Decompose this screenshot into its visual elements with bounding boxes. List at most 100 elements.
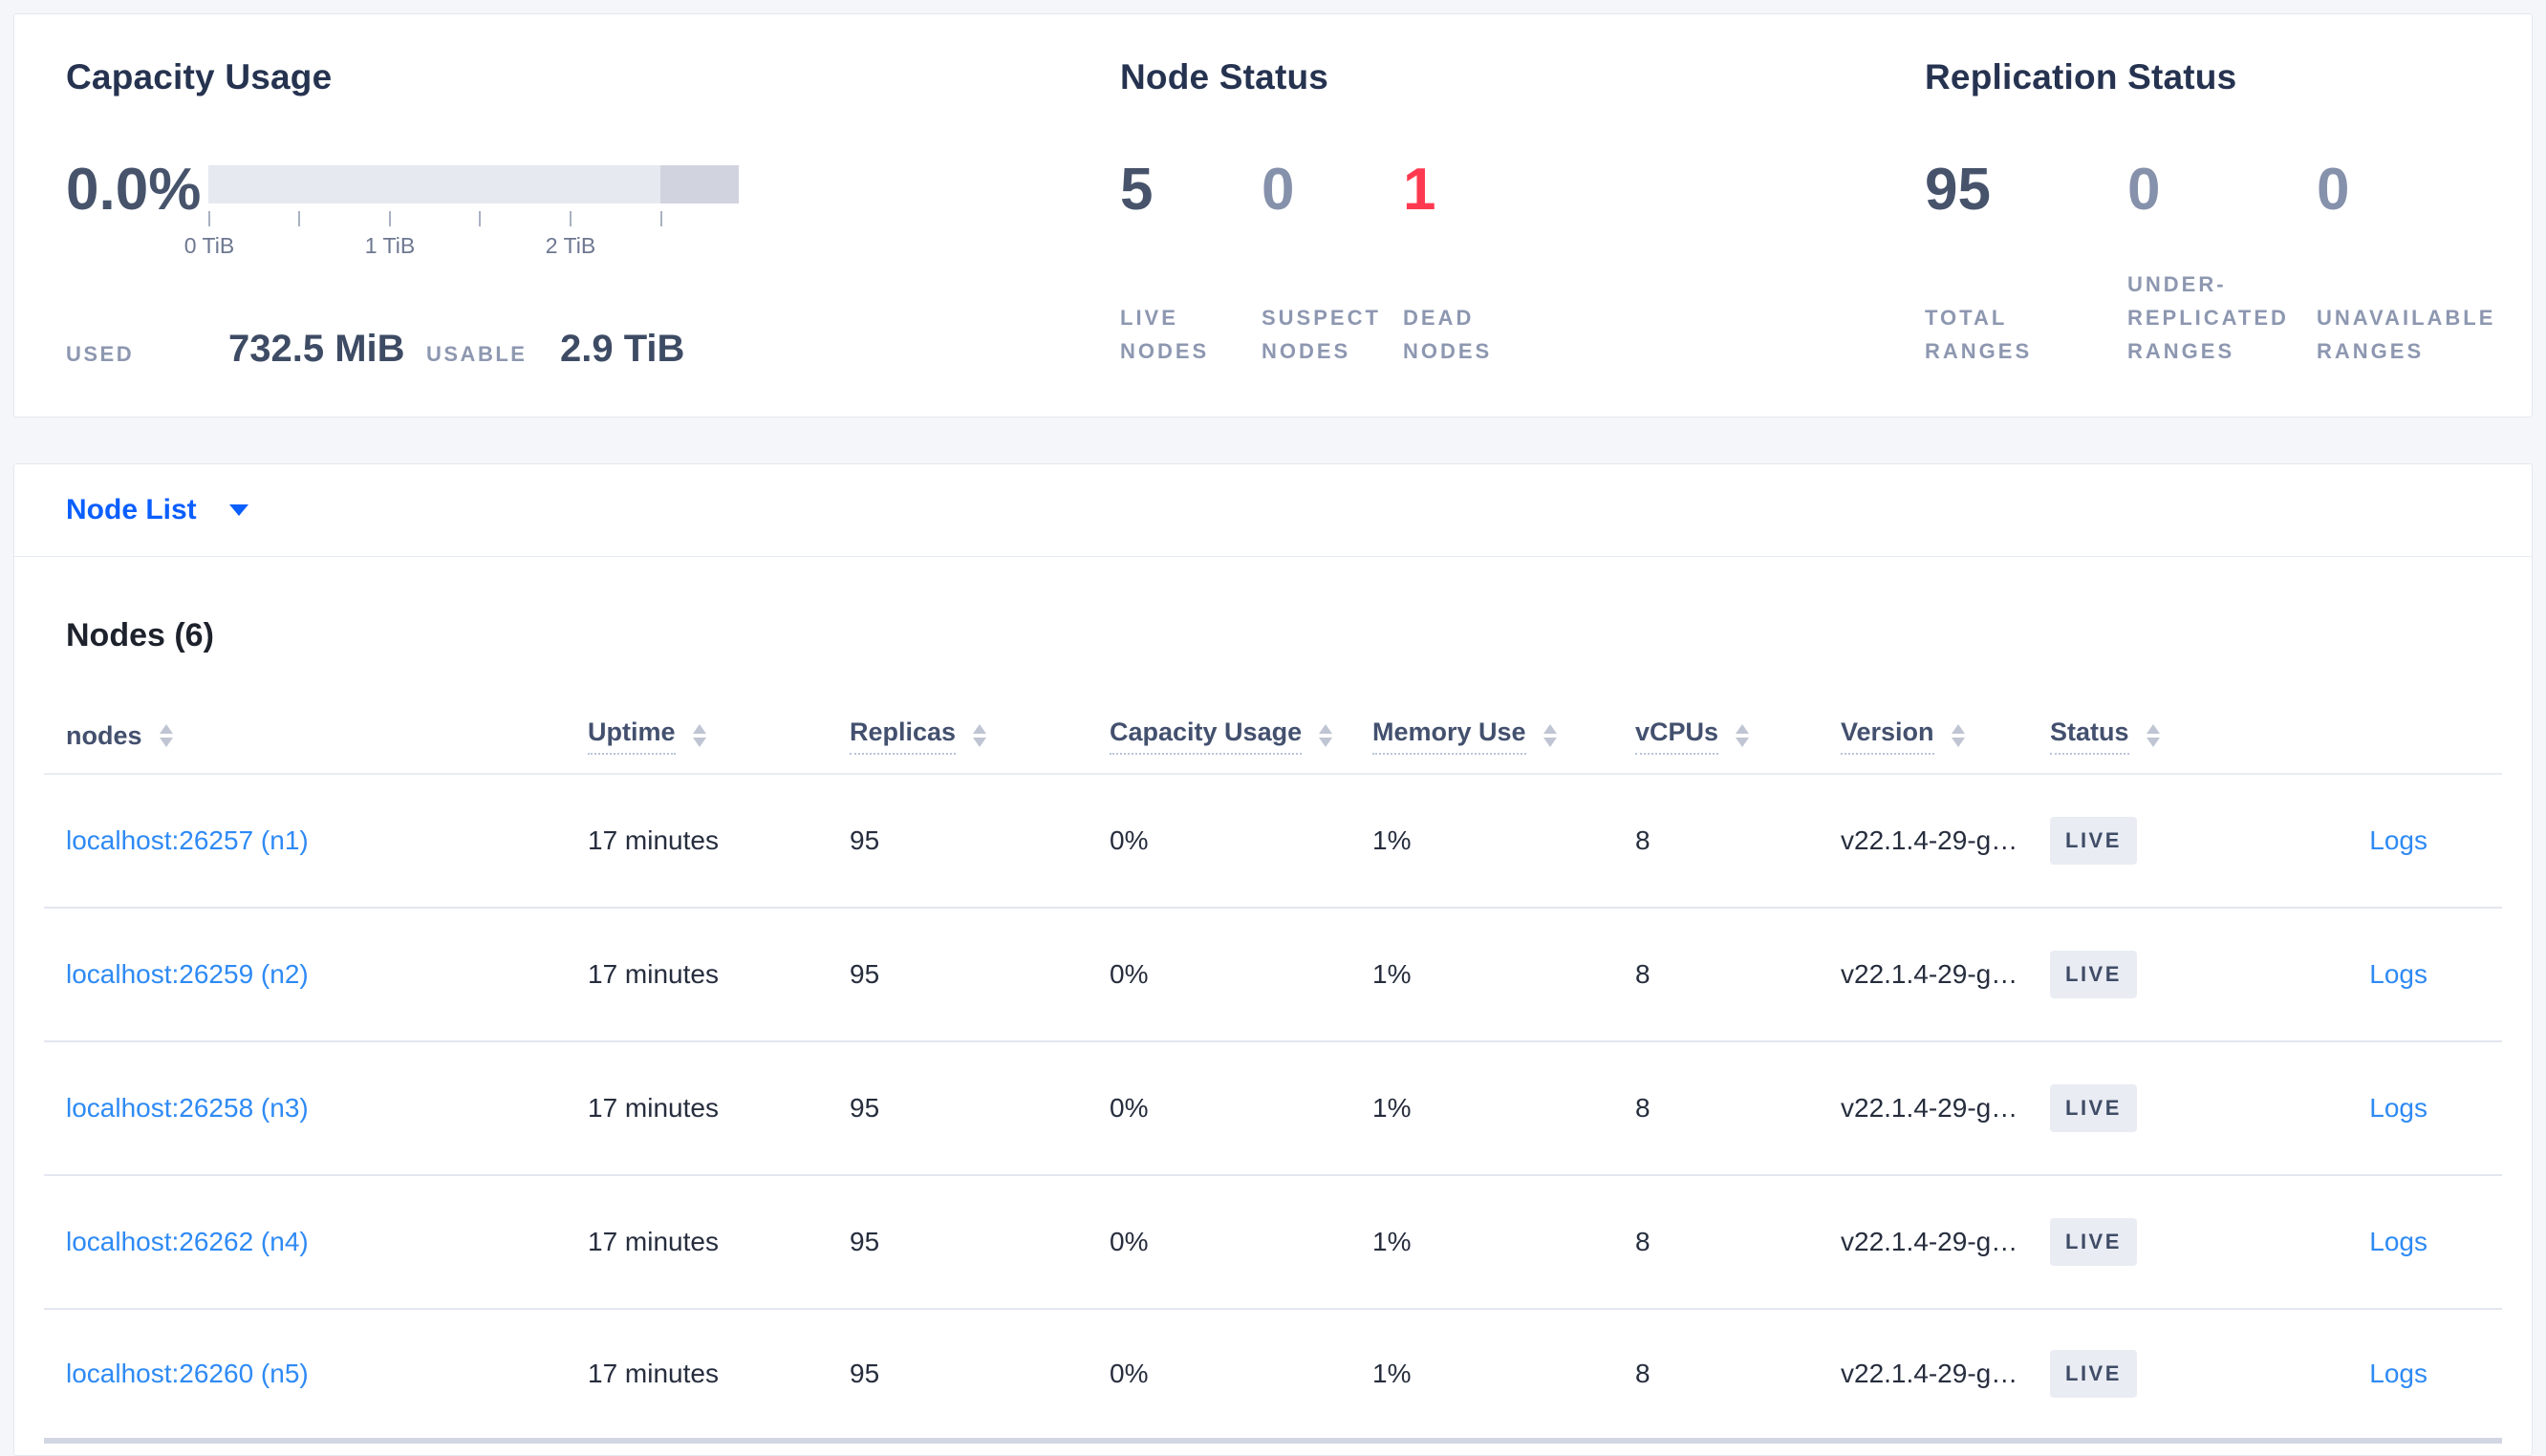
memory-use-cell: 1%: [1372, 959, 1412, 989]
capacity-bar-chart: 0 TiB 1 TiB 2 TiB: [184, 156, 739, 259]
logs-link[interactable]: Logs: [2369, 1227, 2427, 1256]
used-label: USED: [66, 342, 135, 366]
node-list-dropdown[interactable]: Node List: [66, 494, 248, 526]
column-label: Uptime: [588, 717, 676, 755]
vcpus-cell: 8: [1635, 825, 1651, 855]
replicas-cell: 95: [850, 1093, 880, 1123]
table-row: localhost:26260 (n5) 17 minutes 95 0% 1%…: [44, 1310, 2502, 1444]
column-header-nodes[interactable]: nodes: [44, 721, 588, 751]
suspect-nodes-value: 0: [1262, 157, 1295, 223]
stat-under-replicated-ranges: 0 UNDER- REPLICATED RANGES: [2127, 156, 2317, 368]
logs-link[interactable]: Logs: [2369, 1093, 2427, 1123]
column-header-uptime[interactable]: Uptime: [588, 717, 850, 755]
sort-icon[interactable]: [1543, 724, 1557, 747]
live-nodes-value: 5: [1120, 157, 1154, 223]
under-replicated-ranges-label: UNDER- REPLICATED RANGES: [2127, 272, 2289, 363]
uptime-cell: 17 minutes: [588, 825, 719, 855]
column-header-replicas[interactable]: Replicas: [850, 717, 1110, 755]
node-link[interactable]: localhost:26257 (n1): [66, 825, 309, 855]
status-badge: LIVE: [2050, 1218, 2137, 1266]
summary-panel: Capacity Usage 0.0% 0 TiB 1 TiB 2 TiB US…: [13, 13, 2533, 418]
node-link[interactable]: localhost:26262 (n4): [66, 1227, 309, 1256]
sort-icon[interactable]: [1319, 724, 1333, 747]
memory-use-cell: 1%: [1372, 1359, 1412, 1388]
capacity-usage-title: Capacity Usage: [66, 57, 333, 96]
usable-label: USABLE: [426, 342, 528, 366]
table-row: localhost:26259 (n2) 17 minutes 95 0% 1%…: [44, 909, 2502, 1042]
vcpus-cell: 8: [1635, 959, 1651, 989]
version-cell: v22.1.4-29-g…: [1841, 1093, 2018, 1123]
column-header-vcpus[interactable]: vCPUs: [1635, 717, 1841, 755]
axis-tick: [208, 211, 210, 226]
version-cell: v22.1.4-29-g…: [1841, 1359, 2018, 1388]
column-header-version[interactable]: Version: [1841, 717, 2050, 755]
chevron-down-icon: [228, 504, 248, 516]
sort-icon[interactable]: [159, 724, 173, 747]
logs-link[interactable]: Logs: [2369, 959, 2427, 989]
sort-icon[interactable]: [1736, 724, 1750, 747]
logs-link[interactable]: Logs: [2369, 825, 2427, 855]
capacity-usage-cell: 0%: [1110, 959, 1149, 989]
column-label: Replicas: [850, 717, 957, 755]
usable-value: 2.9 TiB: [560, 328, 685, 370]
uptime-cell: 17 minutes: [588, 1093, 719, 1123]
capacity-usage-cell: 0%: [1110, 825, 1149, 855]
capacity-bar-dark-segment: [660, 165, 739, 203]
column-header-status[interactable]: Status: [2050, 717, 2289, 755]
table-header-row: nodes Uptime Replicas Capacity Usage Mem…: [44, 698, 2502, 775]
capacity-axis-labels: 0 TiB 1 TiB 2 TiB: [184, 232, 739, 259]
status-badge: LIVE: [2050, 817, 2137, 865]
capacity-usage-section: Capacity Usage 0.0% 0 TiB 1 TiB 2 TiB US…: [14, 14, 1120, 417]
suspect-nodes-label: SUSPECT NODES: [1262, 306, 1381, 363]
column-header-memory-use[interactable]: Memory Use: [1372, 717, 1635, 755]
column-label: Capacity Usage: [1110, 717, 1303, 755]
table-row: localhost:26258 (n3) 17 minutes 95 0% 1%…: [44, 1042, 2502, 1176]
axis-label: 1 TiB: [364, 233, 416, 258]
total-ranges-value: 95: [1925, 157, 1991, 223]
logs-link[interactable]: Logs: [2369, 1359, 2427, 1388]
node-link[interactable]: localhost:26260 (n5): [66, 1359, 309, 1388]
unavailable-ranges-label: UNAVAILABLE RANGES: [2317, 306, 2496, 363]
status-badge: LIVE: [2050, 1350, 2137, 1398]
replicas-cell: 95: [850, 825, 880, 855]
column-header-capacity-usage[interactable]: Capacity Usage: [1110, 717, 1372, 755]
node-link[interactable]: localhost:26258 (n3): [66, 1093, 309, 1123]
axis-tick: [389, 211, 391, 226]
sort-icon[interactable]: [973, 724, 987, 747]
node-list-dropdown-label: Node List: [66, 494, 197, 525]
node-link[interactable]: localhost:26259 (n2): [66, 959, 309, 989]
table-row: localhost:26257 (n1) 17 minutes 95 0% 1%…: [44, 775, 2502, 909]
vcpus-cell: 8: [1635, 1227, 1651, 1256]
uptime-cell: 17 minutes: [588, 959, 719, 989]
memory-use-cell: 1%: [1372, 1093, 1412, 1123]
capacity-usage-summary: USED 732.5 MiB USABLE 2.9 TiB: [66, 328, 1120, 371]
status-badge: LIVE: [2050, 951, 2137, 998]
memory-use-cell: 1%: [1372, 825, 1412, 855]
capacity-usage-cell: 0%: [1110, 1227, 1149, 1256]
dead-nodes-value: 1: [1403, 157, 1436, 223]
sort-icon[interactable]: [1951, 724, 1965, 747]
stat-live-nodes: 5 LIVE NODES: [1120, 156, 1262, 368]
view-selector-bar: Node List: [13, 463, 2533, 556]
vcpus-cell: 8: [1635, 1359, 1651, 1388]
capacity-axis-ticks: [208, 211, 739, 226]
uptime-cell: 17 minutes: [588, 1359, 719, 1388]
sort-icon[interactable]: [2146, 724, 2160, 747]
stat-total-ranges: 95 TOTAL RANGES: [1925, 156, 2127, 368]
axis-label: 2 TiB: [545, 233, 596, 258]
version-cell: v22.1.4-29-g…: [1841, 825, 2018, 855]
node-status-title: Node Status: [1120, 57, 1329, 96]
replication-status-title: Replication Status: [1925, 57, 2237, 96]
nodes-table-panel: Nodes (6) nodes Uptime Replicas Capacity…: [13, 556, 2533, 1456]
capacity-bar-track: [208, 165, 739, 203]
sort-icon[interactable]: [692, 724, 706, 747]
stat-dead-nodes: 1 DEAD NODES: [1403, 156, 1492, 368]
version-cell: v22.1.4-29-g…: [1841, 959, 2018, 989]
node-status-section: Node Status 5 LIVE NODES 0 SUSPECT NODES…: [1120, 14, 1925, 417]
under-replicated-ranges-value: 0: [2127, 157, 2161, 223]
replicas-cell: 95: [850, 1359, 880, 1388]
replicas-cell: 95: [850, 959, 880, 989]
replication-status-section: Replication Status 95 TOTAL RANGES 0 UND…: [1925, 14, 2532, 417]
uptime-cell: 17 minutes: [588, 1227, 719, 1256]
dead-nodes-label: DEAD NODES: [1403, 306, 1493, 363]
